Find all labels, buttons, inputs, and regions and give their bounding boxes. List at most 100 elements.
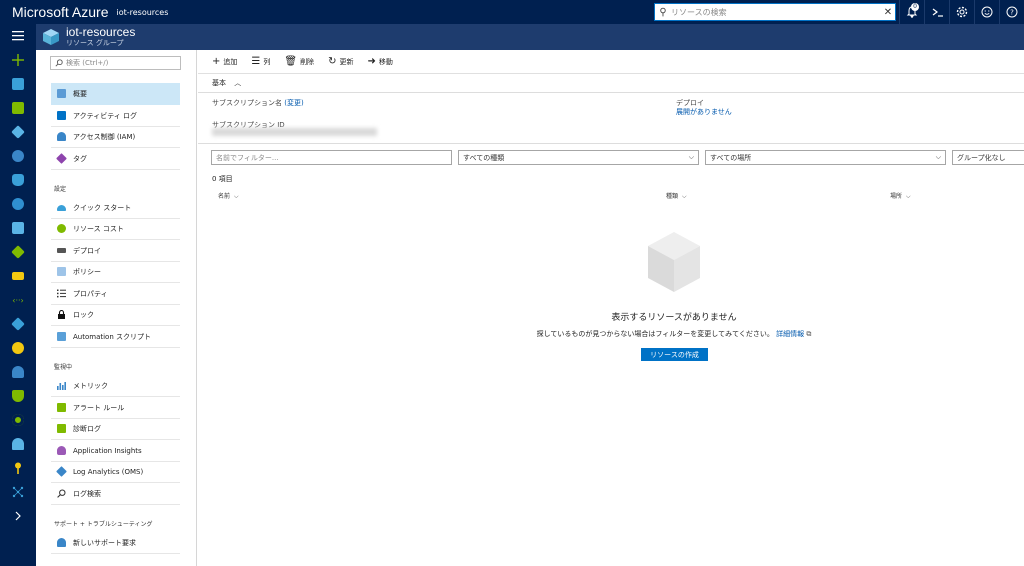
blade-header: iot-resources リソース グループ xyxy=(36,24,1024,50)
menu-item-alert-rules[interactable]: アラート ルール xyxy=(51,397,180,419)
app-services-icon[interactable] xyxy=(0,144,36,168)
menu-item-automation-script[interactable]: Automation スクリプト xyxy=(51,326,180,348)
monitor-icon[interactable] xyxy=(0,336,36,360)
gear-icon[interactable] xyxy=(949,0,974,24)
menu-item-iam[interactable]: アクセス制御 (IAM) xyxy=(51,126,180,148)
menu-item-diagnostic-logs[interactable]: 診断ログ xyxy=(51,418,180,440)
type-filter-dropdown[interactable]: すべての種類 ⌵ xyxy=(458,150,699,165)
divider xyxy=(198,92,1024,93)
create-resource-button[interactable]: リソースの作成 xyxy=(641,348,708,361)
virtual-machines-icon[interactable] xyxy=(0,216,36,240)
columns-button[interactable]: ☰ 列 xyxy=(251,56,270,67)
menu-item-metrics[interactable]: メトリック xyxy=(51,375,180,397)
location-filter-dropdown[interactable]: すべての場所 ⌵ xyxy=(705,150,946,165)
command-bar: + 追加 ☰ 列 🗑 削除 ↻ 更新 ➜ 移動 xyxy=(198,50,1024,74)
azure-ad-icon[interactable] xyxy=(0,312,36,336)
hamburger-menu-icon[interactable] xyxy=(0,24,36,48)
menu-item-new-support-request[interactable]: 新しいサポート要求 xyxy=(51,532,180,554)
menu-item-label: 概要 xyxy=(73,89,87,98)
bell-icon[interactable]: 0 xyxy=(899,0,924,24)
support-icon xyxy=(57,538,66,547)
column-header-location[interactable]: 場所 ⌵ xyxy=(890,191,911,201)
all-resources-icon[interactable] xyxy=(0,96,36,120)
virtual-networks-icon[interactable]: ‹··› xyxy=(0,288,36,312)
menu-search-input[interactable]: 検索 (Ctrl+/) xyxy=(50,56,181,70)
empty-cube-icon xyxy=(648,232,700,292)
chevron-down-icon: ⌵ xyxy=(935,153,941,161)
learn-more-link[interactable]: 詳細情報 xyxy=(776,330,804,338)
menu-item-label: アクティビティ ログ xyxy=(73,111,138,120)
divider xyxy=(198,143,1024,144)
storage-accounts-icon[interactable] xyxy=(0,264,36,288)
cost-management-icon[interactable] xyxy=(0,408,36,432)
refresh-button-label: 更新 xyxy=(339,57,354,66)
top-icons: 0 ? xyxy=(899,0,1024,24)
resource-groups-icon[interactable] xyxy=(0,120,36,144)
chevron-down-icon: ⌵ xyxy=(682,193,687,200)
column-header-type[interactable]: 種類 ⌵ xyxy=(666,191,687,201)
breadcrumb[interactable]: iot-resources xyxy=(116,8,168,17)
menu-item-quickstart[interactable]: クイック スタート xyxy=(51,197,180,219)
menu-item-deploy[interactable]: デプロイ xyxy=(51,240,180,262)
brand-logo[interactable]: Microsoft Azure xyxy=(12,4,108,20)
cosmos-db-icon[interactable] xyxy=(0,192,36,216)
tag-icon xyxy=(56,153,67,164)
key-icon[interactable] xyxy=(0,456,36,480)
smiley-icon[interactable] xyxy=(974,0,999,24)
create-resource-icon[interactable] xyxy=(0,48,36,72)
move-button[interactable]: ➜ 移動 xyxy=(367,56,392,67)
plus-icon: + xyxy=(212,56,221,67)
cloud-shell-icon[interactable] xyxy=(924,0,949,24)
help-support-icon[interactable] xyxy=(0,432,36,456)
global-search[interactable]: ⚲ リソースの検索 ✕ xyxy=(654,3,896,21)
security-center-icon[interactable] xyxy=(0,384,36,408)
diagnostic-logs-icon xyxy=(57,424,66,433)
menu-item-log-analytics[interactable]: Log Analytics (OMS) xyxy=(51,461,180,483)
menu-item-activity-log[interactable]: アクティビティ ログ xyxy=(51,105,180,127)
subscription-label: サブスクリプション名 (変更) xyxy=(212,99,304,107)
close-icon[interactable]: ✕ xyxy=(881,7,895,18)
lightbulb-icon xyxy=(57,446,66,455)
dashboard-icon[interactable] xyxy=(0,72,36,96)
section-heading-settings: 設定 xyxy=(54,186,67,193)
essentials-header: 基本 xyxy=(212,79,226,87)
filter-by-name-input[interactable]: 名前でフィルター... xyxy=(211,150,452,165)
deployments-link[interactable]: 展開がありません xyxy=(676,107,732,117)
help-icon[interactable]: ? xyxy=(999,0,1024,24)
add-button-label: 追加 xyxy=(223,57,238,66)
menu-item-resource-cost[interactable]: リソース コスト xyxy=(51,218,180,240)
trash-icon: 🗑 xyxy=(284,56,298,67)
load-balancers-icon[interactable] xyxy=(0,240,36,264)
menu-item-label: 診断ログ xyxy=(73,424,101,433)
menu-item-overview[interactable]: 概要 xyxy=(51,83,180,105)
add-button[interactable]: + 追加 xyxy=(212,56,237,67)
page-title: iot-resources xyxy=(66,25,136,39)
refresh-button[interactable]: ↻ 更新 xyxy=(328,56,353,67)
column-header-name[interactable]: 名前 ⌵ xyxy=(218,191,239,201)
menu-item-policy[interactable]: ポリシー xyxy=(51,261,180,283)
menu-item-properties[interactable]: プロパティ xyxy=(51,283,180,305)
sql-databases-icon[interactable] xyxy=(0,168,36,192)
menu-item-application-insights[interactable]: Application Insights xyxy=(51,440,180,462)
activity-log-icon xyxy=(57,111,66,120)
grouping-dropdown[interactable]: グループ化なし xyxy=(952,150,1024,165)
chevron-right-icon[interactable] xyxy=(0,504,36,528)
metrics-icon xyxy=(57,382,66,390)
menu-item-log-search[interactable]: ログ検索 xyxy=(51,483,180,505)
menu-item-locks[interactable]: ロック xyxy=(51,304,180,326)
delete-button[interactable]: 🗑 削除 xyxy=(284,56,314,67)
search-input[interactable]: リソースの検索 xyxy=(671,7,881,18)
essentials-toggle[interactable]: 基本 ︿ xyxy=(212,78,241,88)
automation-icon xyxy=(57,332,66,341)
advisor-icon[interactable] xyxy=(0,360,36,384)
policy-icon xyxy=(57,267,66,276)
resource-menu: 検索 (Ctrl+/) 概要 アクティビティ ログ アクセス制御 (IAM) タ… xyxy=(36,50,197,566)
menu-item-label: Application Insights xyxy=(73,446,142,455)
iot-hub-icon[interactable] xyxy=(0,480,36,504)
menu-item-tags[interactable]: タグ xyxy=(51,148,180,170)
change-subscription-link[interactable]: (変更) xyxy=(284,99,303,107)
search-icon xyxy=(55,59,63,67)
menu-item-label: クイック スタート xyxy=(73,203,132,212)
type-filter-value: すべての種類 xyxy=(463,153,505,162)
menu-item-label: Automation スクリプト xyxy=(73,332,151,341)
